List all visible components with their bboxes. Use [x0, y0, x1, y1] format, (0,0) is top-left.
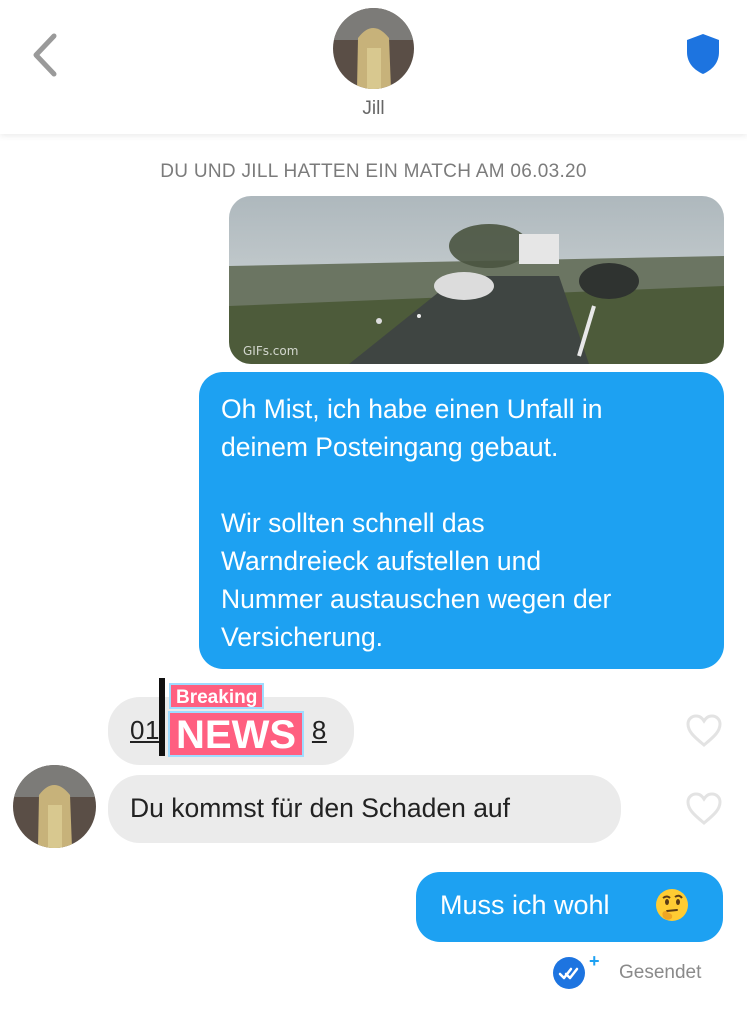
chevron-left-icon[interactable] [26, 30, 66, 80]
phone-number-start: 01 [130, 715, 160, 745]
phone-number-end: 8 [311, 715, 327, 745]
breaking-news-bar [159, 678, 165, 756]
gif-watermark: GIFs.com [243, 344, 299, 358]
message-line: deinem Posteingang gebaut. [221, 432, 559, 462]
message-line: Versicherung. [221, 622, 384, 652]
message-line: Warndreieck aufstellen und [221, 546, 542, 576]
match-notice: DU UND JILL HATTEN EIN MATCH AM 06.03.20 [160, 161, 587, 182]
double-check-icon [553, 957, 585, 989]
delivery-status: Gesendet [619, 962, 702, 983]
chat-header: Jill [0, 0, 747, 134]
thinking-face-emoji [656, 889, 688, 921]
message-line: Oh Mist, ich habe einen Unfall in [221, 394, 603, 424]
contact-avatar[interactable] [333, 8, 414, 89]
plus-icon[interactable]: + [589, 951, 600, 972]
message-text: Muss ich wohl [440, 890, 610, 920]
message-line: Nummer austauschen wegen der [221, 584, 612, 614]
incoming-message[interactable]: Du kommst für den Schaden auf [108, 775, 621, 843]
message-line: Wir sollten schnell das [221, 508, 485, 538]
message-line-break [221, 466, 702, 504]
gif-message[interactable]: GIFs.com [229, 196, 724, 364]
contact-name[interactable]: Jill [0, 98, 747, 120]
breaking-news-label: Breaking [169, 683, 265, 709]
news-label: NEWS [168, 711, 304, 757]
message-text: Du kommst für den Schaden auf [130, 793, 511, 823]
outgoing-message[interactable]: Muss ich wohl [416, 872, 723, 942]
heart-icon[interactable] [685, 792, 723, 826]
contact-avatar[interactable] [13, 765, 96, 848]
heart-icon[interactable] [685, 714, 723, 748]
shield-icon[interactable] [684, 32, 722, 76]
outgoing-message[interactable]: Oh Mist, ich habe einen Unfall in deinem… [199, 372, 724, 669]
